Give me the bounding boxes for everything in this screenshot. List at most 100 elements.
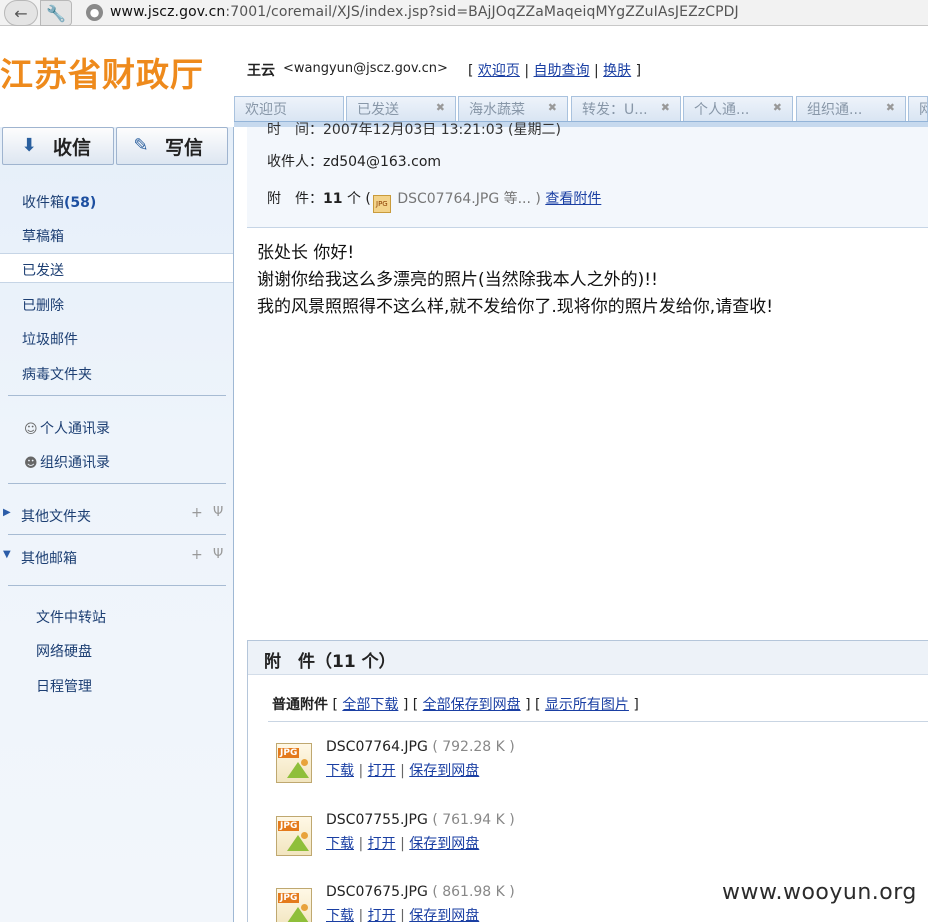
header-links: [ 欢迎页 | 自助查询 | 换肤 ]	[468, 63, 642, 79]
sidebar-item-spam[interactable]: 垃圾邮件	[0, 323, 233, 353]
user-email: <wangyun@jscz.gov.cn>	[283, 61, 448, 76]
message-body: 张处长 你好! 谢谢你给我这么多漂亮的照片(当然除我本人之外的)!! 我的风景照…	[257, 240, 773, 321]
tab-more[interactable]: 网	[908, 96, 928, 121]
sidebar-item-org-contacts[interactable]: ☻ 组织通讯录	[0, 446, 233, 476]
branch-icon[interactable]: Ψ	[213, 547, 223, 562]
tab-label: 网	[919, 102, 927, 118]
close-icon[interactable]: ✖	[773, 101, 782, 114]
sidebar-item-file-transfer[interactable]: 文件中转站	[36, 607, 106, 627]
save-to-disk-link[interactable]: 保存到网盘	[409, 908, 479, 922]
change-skin-link[interactable]: 换肤	[603, 63, 631, 79]
tab-forward[interactable]: 转发：U... ✖	[571, 96, 681, 121]
download-all-link[interactable]: 全部下载	[342, 697, 398, 713]
welcome-link[interactable]: 欢迎页	[478, 63, 520, 79]
folder-label: 已删除	[22, 298, 64, 314]
download-link[interactable]: 下载	[326, 908, 354, 922]
body-line: 张处长 你好!	[257, 243, 355, 263]
compose-button[interactable]: ✎ 写信	[116, 127, 228, 165]
date-line: 时 间：2007年12月03日 13:21:03 (星期二)	[267, 122, 561, 138]
close-icon[interactable]: ✖	[886, 101, 895, 114]
branch-icon[interactable]: Ψ	[213, 505, 223, 520]
view-attachments-link[interactable]: 查看附件	[545, 191, 601, 207]
globe-icon: ●	[86, 4, 103, 21]
folder-label: 草稿箱	[22, 229, 64, 245]
sidebar-item-personal-contacts[interactable]: ☺ 个人通讯录	[0, 412, 233, 442]
attachment-unit: 个 (	[346, 191, 371, 207]
folder-label: 病毒文件夹	[22, 367, 92, 383]
tab-personal-contacts[interactable]: 个人通... ✖	[683, 96, 793, 121]
attachment-name: DSC07755.JPG	[326, 812, 428, 828]
attachment-summary: 附 件：11 个 (JPG DSC07764.JPG 等... ) 查看附件	[267, 188, 601, 213]
attachment-actions: 下载 | 打开 | 保存到网盘	[326, 908, 480, 922]
group-label: 其他文件夹	[21, 509, 91, 525]
close-icon[interactable]: ✖	[436, 101, 445, 114]
sidebar-item-inbox[interactable]: 收件箱(58)	[0, 186, 233, 216]
pencil-icon: ✎	[133, 135, 149, 156]
sidebar-item-virus[interactable]: 病毒文件夹	[0, 358, 233, 388]
receive-mail-label: 收信	[53, 136, 92, 159]
url-path: :7001/coremail/XJS/index.jsp?sid=BAjJOqZ…	[225, 4, 739, 20]
add-icon[interactable]: +	[191, 547, 203, 563]
sidebar-item-drafts[interactable]: 草稿箱	[0, 220, 233, 250]
tab-sea-vegetables[interactable]: 海水蔬菜 ✖	[458, 96, 568, 121]
attachment-size: ( 792.28 K )	[432, 739, 515, 755]
sidebar-divider	[8, 395, 226, 396]
other-folders-group[interactable]: ▶ 其他文件夹 + Ψ	[0, 502, 233, 528]
attachments-toolbar: 普通附件 [ 全部下载 ] [ 全部保存到网盘 ] [ 显示所有图片 ]	[272, 697, 639, 713]
message-header: 时 间：2007年12月03日 13:21:03 (星期二) 收件人：zd504…	[247, 122, 928, 228]
open-link[interactable]: 打开	[368, 908, 396, 922]
back-button[interactable]: ←	[4, 0, 38, 26]
show-all-images-link[interactable]: 显示所有图片	[545, 697, 629, 713]
save-to-disk-link[interactable]: 保存到网盘	[409, 763, 479, 779]
attachment-item: JPG DSC07675.JPG ( 861.98 K ) 下载 | 打开 | …	[274, 884, 774, 922]
attachments-type-label: 普通附件	[272, 697, 328, 713]
sidebar-item-sent[interactable]: 已发送	[0, 253, 233, 283]
attachments-divider	[268, 721, 928, 722]
sidebar-divider	[8, 585, 226, 586]
download-link[interactable]: 下载	[326, 836, 354, 852]
save-to-disk-link[interactable]: 保存到网盘	[409, 836, 479, 852]
sidebar-item-network-disk[interactable]: 网络硬盘	[36, 641, 92, 661]
receive-mail-button[interactable]: ⬇ 收信	[2, 127, 114, 165]
jpg-file-icon: JPG	[276, 816, 312, 856]
sidebar: ⬇ 收信 ✎ 写信 收件箱(58) 草稿箱 已发送 已删除 垃圾邮件 病毒文件夹…	[0, 127, 234, 922]
attachment-actions: 下载 | 打开 | 保存到网盘	[326, 836, 480, 852]
sidebar-divider	[8, 534, 226, 535]
attachment-item: JPG DSC07755.JPG ( 761.94 K ) 下载 | 打开 | …	[274, 812, 774, 872]
close-icon[interactable]: ✖	[548, 101, 557, 114]
jpg-file-icon: JPG	[276, 888, 312, 922]
attachment-name: DSC07675.JPG	[326, 884, 428, 900]
self-service-link[interactable]: 自助查询	[534, 63, 590, 79]
wrench-icon: 🔧	[46, 3, 66, 23]
attachments-title: 附 件（11 个）	[248, 641, 928, 675]
attachment-label: 附 件：	[267, 191, 323, 207]
attachment-item: JPG DSC07764.JPG ( 792.28 K ) 下载 | 打开 | …	[274, 739, 774, 799]
sidebar-item-deleted[interactable]: 已删除	[0, 289, 233, 319]
attachment-name-line: DSC07755.JPG ( 761.94 K )	[326, 812, 515, 828]
body-line: 我的风景照照得不这么样,就不发给你了.现将你的照片发给你,请查收!	[257, 297, 774, 317]
save-all-to-disk-link[interactable]: 全部保存到网盘	[423, 697, 521, 713]
tab-label: 组织通...	[807, 102, 863, 118]
url-field[interactable]: www.jscz.gov.cn:7001/coremail/XJS/index.…	[110, 4, 739, 20]
close-icon[interactable]: ✖	[661, 101, 670, 114]
tools-button[interactable]: 🔧	[40, 0, 72, 26]
body-line: 谢谢你给我这么多漂亮的照片(当然除我本人之外的)!!	[257, 270, 658, 290]
open-link[interactable]: 打开	[368, 763, 396, 779]
unread-count: (58)	[64, 195, 97, 211]
tab-label: 已发送	[357, 102, 399, 118]
open-link[interactable]: 打开	[368, 836, 396, 852]
add-icon[interactable]: +	[191, 505, 203, 521]
attachment-size: ( 861.98 K )	[432, 884, 515, 900]
sidebar-divider	[8, 483, 226, 484]
site-logo: 江苏省财政厅	[0, 55, 204, 94]
download-link[interactable]: 下载	[326, 763, 354, 779]
tab-sent[interactable]: 已发送 ✖	[346, 96, 456, 121]
browser-address-bar: ← 🔧 ● www.jscz.gov.cn:7001/coremail/XJS/…	[0, 0, 928, 26]
tab-org-contacts[interactable]: 组织通... ✖	[796, 96, 906, 121]
person-icon: ☺	[24, 422, 38, 437]
other-mailboxes-group[interactable]: ▼ 其他邮箱 + Ψ	[0, 544, 233, 570]
contacts-label: 个人通讯录	[40, 421, 110, 437]
tab-welcome[interactable]: 欢迎页	[234, 96, 344, 121]
watermark: www.wooyun.org	[722, 880, 917, 905]
sidebar-item-calendar[interactable]: 日程管理	[36, 676, 92, 696]
